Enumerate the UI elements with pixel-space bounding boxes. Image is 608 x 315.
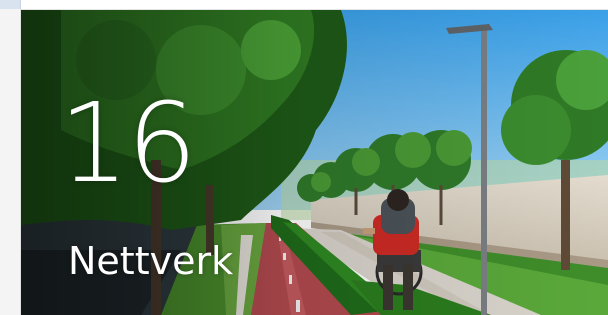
top-bar: [0, 0, 608, 10]
tile-title: Nettverk: [68, 239, 234, 283]
network-tile[interactable]: 16 Nettverk: [21, 10, 608, 315]
corner-mark: [0, 0, 21, 9]
tile-count: 16: [59, 79, 197, 207]
left-gutter: [0, 9, 21, 315]
